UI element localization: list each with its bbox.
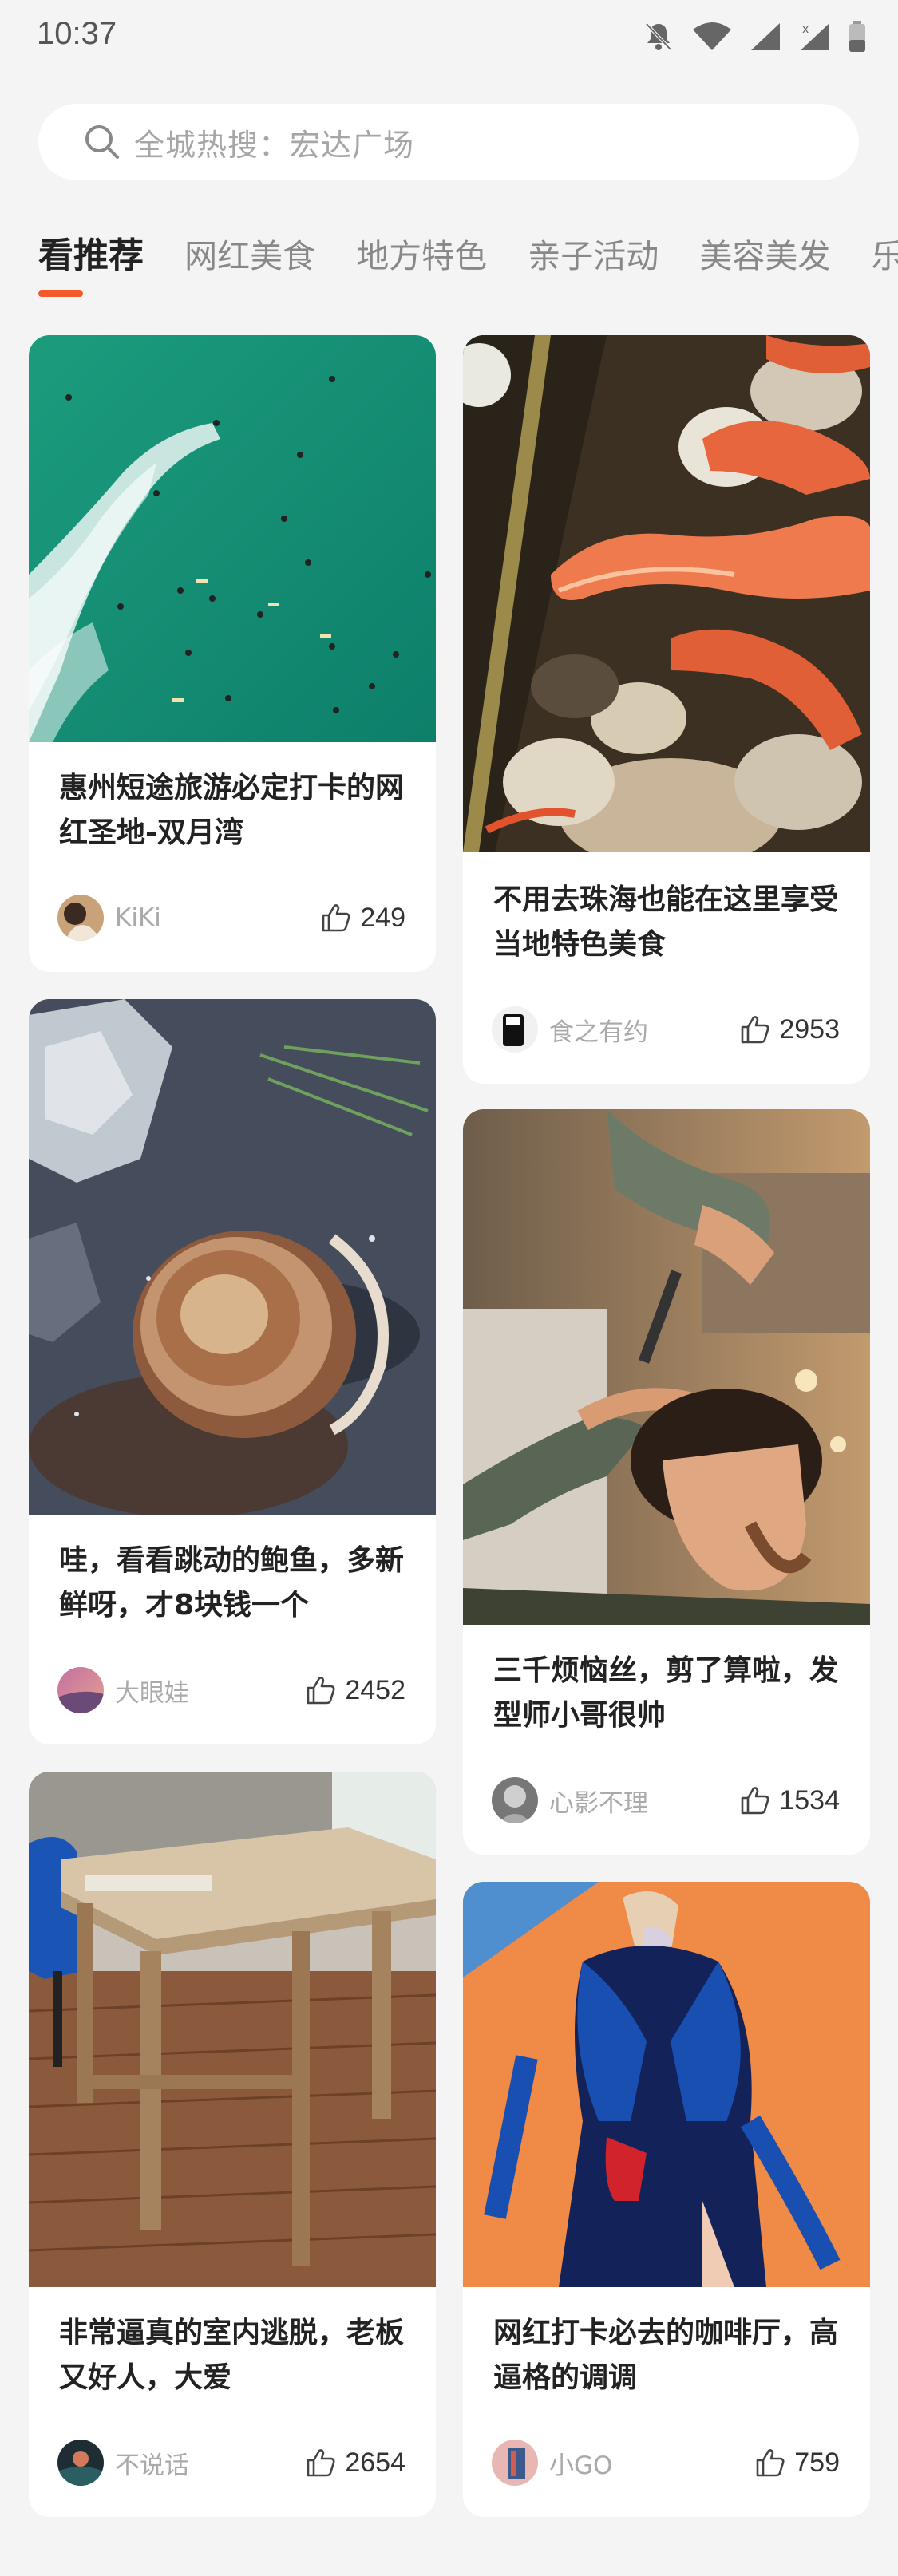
battery-icon	[849, 21, 866, 56]
like-count: 249	[360, 902, 405, 933]
tab-family-activity[interactable]: 亲子活动	[528, 229, 659, 277]
card-meta: 心影不理 1534	[492, 1776, 840, 1824]
avatar	[57, 2440, 104, 2486]
card-meta: 大眼娃 2452	[57, 1666, 405, 1714]
card-meta: 食之有约 2953	[492, 1006, 840, 1053]
card-image-escape-room	[29, 1772, 436, 2287]
avatar	[57, 1667, 104, 1713]
tab-recommend[interactable]: 看推荐	[38, 227, 144, 278]
thumbs-up-icon	[305, 1674, 337, 1706]
card-title: 惠州短途旅游必定打卡的网红圣地-双月湾	[59, 772, 405, 849]
card-title: 非常逼真的室内逃脱，老板又好人，大爱	[59, 2317, 405, 2394]
thumbs-up-icon	[320, 902, 352, 934]
tab-internet-food[interactable]: 网红美食	[184, 229, 315, 277]
avatar	[492, 2440, 538, 2486]
mute-bell-icon	[643, 21, 674, 56]
feed-card[interactable]: 网红打卡必去的咖啡厅，高逼格的调调 小GO 759	[463, 1882, 870, 2517]
search-icon	[83, 123, 121, 161]
card-image-fashion	[463, 1882, 870, 2287]
status-time: 10:37	[37, 16, 117, 51]
card-title: 三千烦恼丝，剪了算啦，发型师小哥很帅	[493, 1654, 839, 1732]
author-name[interactable]: KiKi	[115, 903, 320, 932]
search-bar[interactable]: 全城热搜：宏达广场	[38, 104, 859, 180]
like-button[interactable]: 759	[754, 2447, 840, 2479]
author-name[interactable]: 心影不理	[549, 1783, 739, 1819]
avatar	[492, 1777, 538, 1823]
svg-text:x: x	[802, 23, 809, 36]
avatar	[492, 1006, 538, 1053]
like-count: 2953	[779, 1013, 840, 1045]
like-count: 2654	[345, 2447, 405, 2478]
avatar	[57, 895, 104, 941]
card-image-abalone	[29, 999, 436, 1518]
like-button[interactable]: 2452	[305, 1674, 405, 1706]
card-title: 网红打卡必去的咖啡厅，高逼格的调调	[493, 2317, 839, 2394]
card-meta: KiKi 249	[57, 894, 405, 942]
thumbs-up-icon	[754, 2447, 786, 2479]
card-title: 哇，看看跳动的鲍鱼，多新鲜呀，才8块钱一个	[59, 1544, 405, 1622]
feed-card[interactable]: 哇，看看跳动的鲍鱼，多新鲜呀，才8块钱一个 大眼娃 2452	[29, 999, 436, 1744]
like-count: 2452	[345, 1674, 405, 1705]
category-tabs: 看推荐 网红美食 地方特色 亲子活动 美容美发 乐	[38, 227, 898, 306]
author-name[interactable]: 食之有约	[549, 1012, 739, 1048]
search-placeholder: 全城热搜：宏达广场	[134, 127, 415, 163]
signal-x-icon: x	[799, 22, 831, 55]
author-name[interactable]: 不说话	[115, 2445, 305, 2481]
tab-local-specialty[interactable]: 地方特色	[356, 229, 487, 277]
feed-card[interactable]: 不用去珠海也能在这里享受当地特色美食 食之有约 2953	[463, 335, 870, 1084]
card-meta: 不说话 2654	[57, 2439, 405, 2487]
thumbs-up-icon	[739, 1784, 771, 1816]
tab-more[interactable]: 乐	[871, 229, 898, 277]
card-title: 不用去珠海也能在这里享受当地特色美食	[493, 883, 839, 961]
signal-icon	[750, 22, 781, 55]
active-tab-indicator	[38, 290, 83, 297]
card-meta: 小GO 759	[492, 2439, 840, 2487]
card-image-barber	[463, 1109, 870, 1625]
like-button[interactable]: 249	[320, 902, 405, 934]
author-name[interactable]: 小GO	[549, 2445, 754, 2481]
like-button[interactable]: 2654	[305, 2447, 405, 2479]
tab-beauty[interactable]: 美容美发	[699, 229, 830, 277]
like-count: 1534	[779, 1784, 840, 1815]
like-count: 759	[794, 2447, 840, 2478]
status-bar: 10:37 x	[0, 0, 898, 73]
author-name[interactable]: 大眼娃	[115, 1673, 305, 1709]
thumbs-up-icon	[739, 1013, 771, 1045]
feed-card[interactable]: 三千烦恼丝，剪了算啦，发型师小哥很帅 心影不理 1534	[463, 1109, 870, 1855]
feed-card[interactable]: 惠州短途旅游必定打卡的网红圣地-双月湾 KiKi 249	[29, 335, 436, 972]
feed-card[interactable]: 非常逼真的室内逃脱，老板又好人，大爱 不说话 2654	[29, 1772, 436, 2517]
card-image-seafood	[463, 335, 870, 870]
thumbs-up-icon	[305, 2447, 337, 2479]
like-button[interactable]: 2953	[739, 1013, 840, 1045]
card-image-beach	[29, 335, 436, 742]
wifi-icon	[692, 22, 732, 55]
like-button[interactable]: 1534	[739, 1784, 840, 1816]
